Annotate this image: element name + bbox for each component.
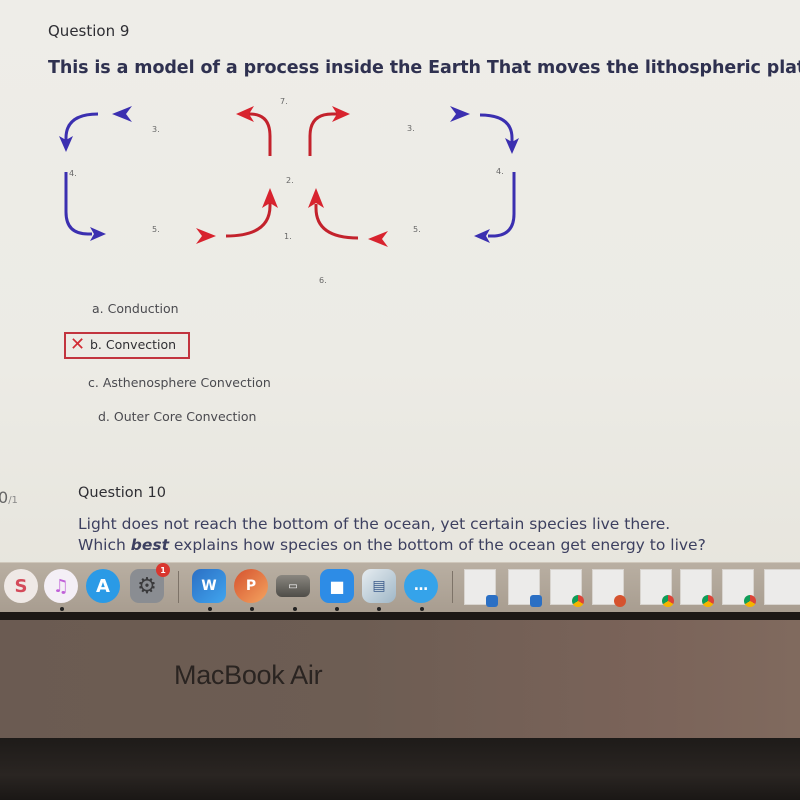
word-icon (530, 595, 542, 607)
dock-app-store[interactable]: A (86, 569, 120, 603)
incorrect-x-icon: ✕ (70, 334, 86, 355)
question-10-prompt: Light does not reach the bottom of the o… (78, 514, 706, 556)
dock-window-word-document[interactable] (464, 569, 498, 607)
label-6: 6. (319, 276, 327, 285)
score-value: 0 (0, 488, 9, 507)
label-7: 7. (280, 97, 288, 106)
convection-diagram: 7. 3. 3. 4. 4. 2. 5. 5. 1. 6. (59, 97, 519, 285)
question-9-number: Question 9 (48, 22, 130, 40)
chrome-icon (662, 595, 674, 607)
arrow-right-corner-top (479, 113, 514, 142)
running-indicator (335, 607, 339, 611)
dock-window-powerpoint[interactable] (592, 569, 626, 607)
notification-badge: 1 (156, 563, 170, 577)
label-2: 2. (286, 176, 294, 185)
running-indicator (250, 607, 254, 611)
gear-icon: ⚙ (137, 573, 157, 599)
prompt-text: explains how species on the bottom of th… (168, 536, 706, 554)
chrome-icon (744, 595, 756, 607)
dock-app-word[interactable]: W (192, 569, 226, 603)
answer-label: a. Conduction (92, 301, 179, 316)
music-icon: ♫ (52, 575, 70, 597)
dock-window-chrome-2[interactable] (640, 569, 674, 607)
arrow-left-up-top (246, 112, 272, 156)
dock-app-zoom[interactable]: ■ (320, 569, 354, 603)
macbook-brand-label: MacBook Air (174, 660, 323, 690)
arrowhead-left-bottom (90, 227, 106, 241)
question-10-score: 0/1 (0, 488, 18, 507)
disk-icon: ▭ (288, 580, 298, 592)
score-total: /1 (8, 495, 18, 506)
left-convection-cell (59, 106, 278, 244)
arrow-right-corner-bottom (488, 172, 516, 238)
dock-window-chrome-3[interactable] (680, 569, 714, 607)
question-10-line-2: Which best explains how species on the b… (78, 535, 706, 556)
dock-app-music[interactable]: ♫ (44, 569, 78, 603)
label-4-right: 4. (496, 167, 504, 176)
video-camera-icon: ■ (329, 576, 345, 596)
prompt-emphasis: best (130, 536, 169, 554)
question-9-prompt: This is a model of a process inside the … (48, 58, 800, 78)
prompt-text: Which (78, 536, 131, 554)
running-indicator (293, 607, 297, 611)
label-3-left: 3. (152, 125, 160, 134)
dock-app-powerpoint[interactable]: P (234, 569, 268, 603)
dock-app-messages[interactable]: … (404, 569, 438, 603)
label-4-left: 4. (69, 169, 77, 178)
dock-app-news[interactable]: S (4, 569, 38, 603)
running-indicator (420, 607, 424, 611)
word-icon: W (201, 578, 217, 594)
arrow-left-corner-bottom (64, 172, 92, 236)
dock-window-word-document-2[interactable] (508, 569, 542, 607)
macos-dock: S ♫ A ⚙ 1 W P ▭ ■ ▤ … (0, 562, 800, 612)
question-10-line-1: Light does not reach the bottom of the o… (78, 515, 671, 533)
question-10-number: Question 10 (78, 485, 166, 501)
dock-window-chrome-1[interactable] (550, 569, 584, 607)
arrow-right-rise (314, 204, 359, 240)
answer-option-a[interactable]: a. Conduction (92, 301, 179, 316)
chat-bubble-icon: … (414, 578, 428, 594)
chrome-icon (572, 595, 584, 607)
laptop-bezel (0, 620, 800, 738)
dock-app-disk-utility[interactable]: ▭ (276, 575, 310, 597)
dock-separator (452, 571, 453, 603)
running-indicator (377, 607, 381, 611)
answer-option-d[interactable]: d. Outer Core Convection (98, 409, 256, 424)
running-indicator (208, 607, 212, 611)
running-indicator (60, 607, 64, 611)
answer-option-b-selected-incorrect[interactable]: ✕ b. Convection (64, 332, 190, 359)
screen: Question 9 This is a model of a process … (0, 0, 800, 612)
label-5-right: 5. (413, 225, 421, 234)
label-5-left: 5. (152, 225, 160, 234)
answer-label: d. Outer Core Convection (98, 409, 257, 424)
answer-label: c. Asthenosphere Convection (88, 375, 271, 390)
dock-window-chrome-4[interactable] (722, 569, 756, 607)
powerpoint-icon (614, 595, 626, 607)
app-store-icon: A (96, 575, 110, 597)
dock-app-system-preferences[interactable]: ⚙ 1 (130, 563, 170, 603)
preview-icon: ▤ (372, 578, 386, 594)
chrome-icon (702, 595, 714, 607)
label-1: 1. (284, 232, 292, 241)
arrowhead-right-bottom (474, 229, 490, 243)
dock-app-preview[interactable]: ▤ (362, 569, 396, 603)
laptop-keyboard-area (0, 738, 800, 800)
answer-option-c[interactable]: c. Asthenosphere Convection (88, 375, 271, 390)
word-icon (486, 595, 498, 607)
powerpoint-icon: P (245, 578, 257, 594)
screen-bezel-edge (0, 612, 800, 620)
label-3-right: 3. (407, 124, 415, 133)
answer-label: b. Convection (90, 337, 177, 352)
news-icon: S (14, 575, 28, 597)
dock-window-finder[interactable] (764, 569, 800, 605)
dock-separator (178, 571, 179, 603)
